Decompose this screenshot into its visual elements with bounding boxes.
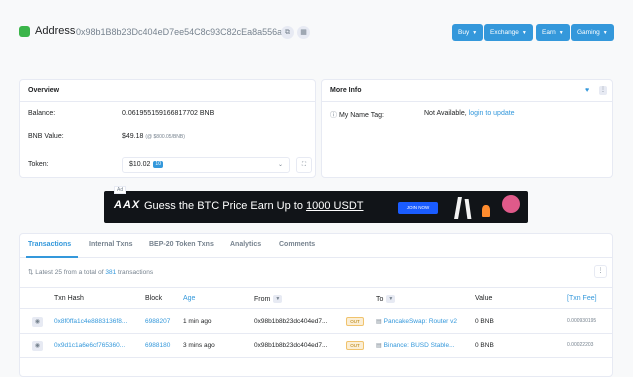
name-tag-row: ⓘ My Name Tag: Not Available, login to u… [330, 110, 515, 120]
eye-icon[interactable]: ◉ [32, 341, 43, 351]
bnb-value-row: BNB Value: $49.18 (@ $800.05/BNB) [28, 133, 185, 140]
ad-banner[interactable]: AAX Guess the BTC Price Earn Up to 1000 … [104, 191, 528, 223]
contract-icon: ▤ [376, 343, 382, 349]
token-dropdown[interactable]: $10.02 10 ⌄ [122, 157, 290, 173]
txn-fee: 0.000930195 [567, 318, 597, 324]
balance-row: Balance: 0.061955159166817702 BNB [28, 110, 214, 117]
ad-logo: AAX [114, 199, 141, 211]
col-txn-fee[interactable]: [Txn Fee] [567, 295, 597, 302]
ad-decoration [482, 205, 490, 217]
filter-icon[interactable]: ▼ [273, 295, 283, 303]
tab-bar: Transactions Internal Txns BEP-20 Token … [20, 234, 612, 258]
block-link[interactable]: 6988180 [145, 342, 170, 349]
buy-button[interactable]: Buy ▼ [452, 24, 484, 41]
ad-decoration [502, 195, 520, 213]
tab-analytics[interactable]: Analytics [230, 241, 261, 248]
balance-value: 0.061955159166817702 BNB [122, 110, 215, 117]
col-value: Value [475, 295, 493, 302]
tab-bep20-token-txns[interactable]: BEP-20 Token Txns [149, 241, 214, 248]
overview-card: Overview Balance: 0.061955159166817702 B… [19, 79, 316, 178]
col-age[interactable]: Age [183, 295, 195, 302]
chevron-down-icon: ▼ [472, 30, 478, 36]
sort-icon: ⇅ [28, 269, 34, 276]
table-row: ◉ 0x9d1c1a6e6cf765360... 6988180 3 mins … [20, 334, 612, 358]
gaming-button[interactable]: Gaming ▼ [571, 24, 614, 41]
table-row: ◉ 0x8f0ffa1c4e8883136f8... 6988207 1 min… [20, 310, 612, 334]
help-icon: ⓘ [330, 112, 337, 119]
balance-label: Balance: [28, 110, 56, 117]
value: 0 BNB [475, 342, 494, 349]
active-tab-indicator [26, 256, 78, 258]
token-count-badge: 10 [153, 160, 163, 168]
to-address[interactable]: ▤ Binance: BUSD Stable... [376, 342, 455, 349]
bnb-rate: (@ $800.05/BNB) [145, 134, 185, 140]
transactions-summary: ⇅ Latest 25 from a total of 381 transact… [28, 269, 154, 276]
more-options-icon[interactable]: ⋮ [599, 86, 607, 95]
tab-comments[interactable]: Comments [279, 241, 315, 248]
name-tag-label: My Name Tag: [338, 112, 384, 119]
from-address[interactable]: 0x98b1b8b23dc404ed7... [254, 318, 327, 325]
exchange-button[interactable]: Exchange ▼ [484, 24, 533, 41]
col-to: To ▼ [376, 295, 396, 303]
earn-button[interactable]: Earn ▼ [536, 24, 570, 41]
tab-transactions[interactable]: Transactions [28, 241, 71, 248]
heart-icon[interactable]: ♥ [585, 87, 589, 94]
txn-hash-link[interactable]: 0x8f0ffa1c4e8883136f8... [54, 318, 127, 325]
address-hash: 0x98b1B8b23Dc404eD7ee54C8c93C82cEa8a556a… [76, 27, 292, 37]
page-title: Address [35, 25, 76, 37]
login-link[interactable]: login to update [469, 110, 515, 117]
tab-internal-txns[interactable]: Internal Txns [89, 241, 133, 248]
direction-badge: OUT [346, 341, 364, 350]
name-tag-value: Not Available, [424, 110, 467, 117]
more-options-icon[interactable]: ⋮ [594, 265, 607, 278]
value: 0 BNB [475, 318, 494, 325]
ad-label: Ad [114, 186, 127, 194]
chevron-down-icon: ▼ [521, 30, 527, 36]
txn-hash-link[interactable]: 0x9d1c1a6e6cf765360... [54, 342, 125, 349]
txn-fee: 0.00022203 [567, 342, 594, 348]
to-address[interactable]: ▤ PancakeSwap: Router v2 [376, 318, 457, 325]
age: 1 min ago [183, 318, 212, 325]
block-link[interactable]: 6988207 [145, 318, 170, 325]
bnb-value-label: BNB Value: [28, 133, 64, 140]
chevron-down-icon: ▼ [602, 30, 608, 36]
token-value: $10.02 [129, 161, 151, 168]
from-address[interactable]: 0x98b1b8b23dc404ed7... [254, 342, 327, 349]
col-txn-hash: Txn Hash [54, 295, 84, 302]
chevron-down-icon: ⌄ [277, 162, 283, 168]
ad-text: Guess the BTC Price Earn Up to 1000 USDT [144, 200, 364, 212]
ad-decoration [454, 197, 462, 219]
filter-icon[interactable]: ▼ [386, 295, 396, 303]
qr-code-icon[interactable]: ▦ [297, 26, 310, 39]
eye-icon[interactable]: ◉ [32, 317, 43, 327]
contract-icon: ▤ [376, 319, 382, 325]
token-label: Token: [28, 161, 49, 168]
transactions-card: Transactions Internal Txns BEP-20 Token … [19, 233, 613, 377]
more-info-card: More Info ♥ ⋮ ⓘ My Name Tag: Not Availab… [321, 79, 613, 178]
overview-title: Overview [20, 80, 315, 102]
page-header: Address 0x98b1B8b23Dc404eD7ee54C8c93C82c… [0, 0, 633, 62]
ad-decoration [464, 199, 472, 219]
total-count-link[interactable]: 381 [105, 269, 116, 276]
copy-icon[interactable]: ⧉ [281, 26, 294, 39]
chevron-down-icon: ▼ [558, 30, 564, 36]
address-avatar-icon [19, 26, 30, 37]
ad-join-button[interactable]: JOIN NOW [398, 202, 438, 214]
table-header: Txn Hash Block Age From ▼ To ▼ Value [Txn … [20, 287, 612, 309]
col-from: From ▼ [254, 295, 283, 303]
bnb-value: $49.18 [122, 133, 144, 140]
col-block: Block [145, 295, 163, 302]
expand-icon[interactable]: ⛶ [296, 157, 312, 173]
age: 3 mins ago [183, 342, 215, 349]
more-info-title: More Info [322, 80, 612, 102]
token-row: Token: $10.02 10 ⌄ ⛶ [28, 157, 318, 173]
direction-badge: OUT [346, 317, 364, 326]
